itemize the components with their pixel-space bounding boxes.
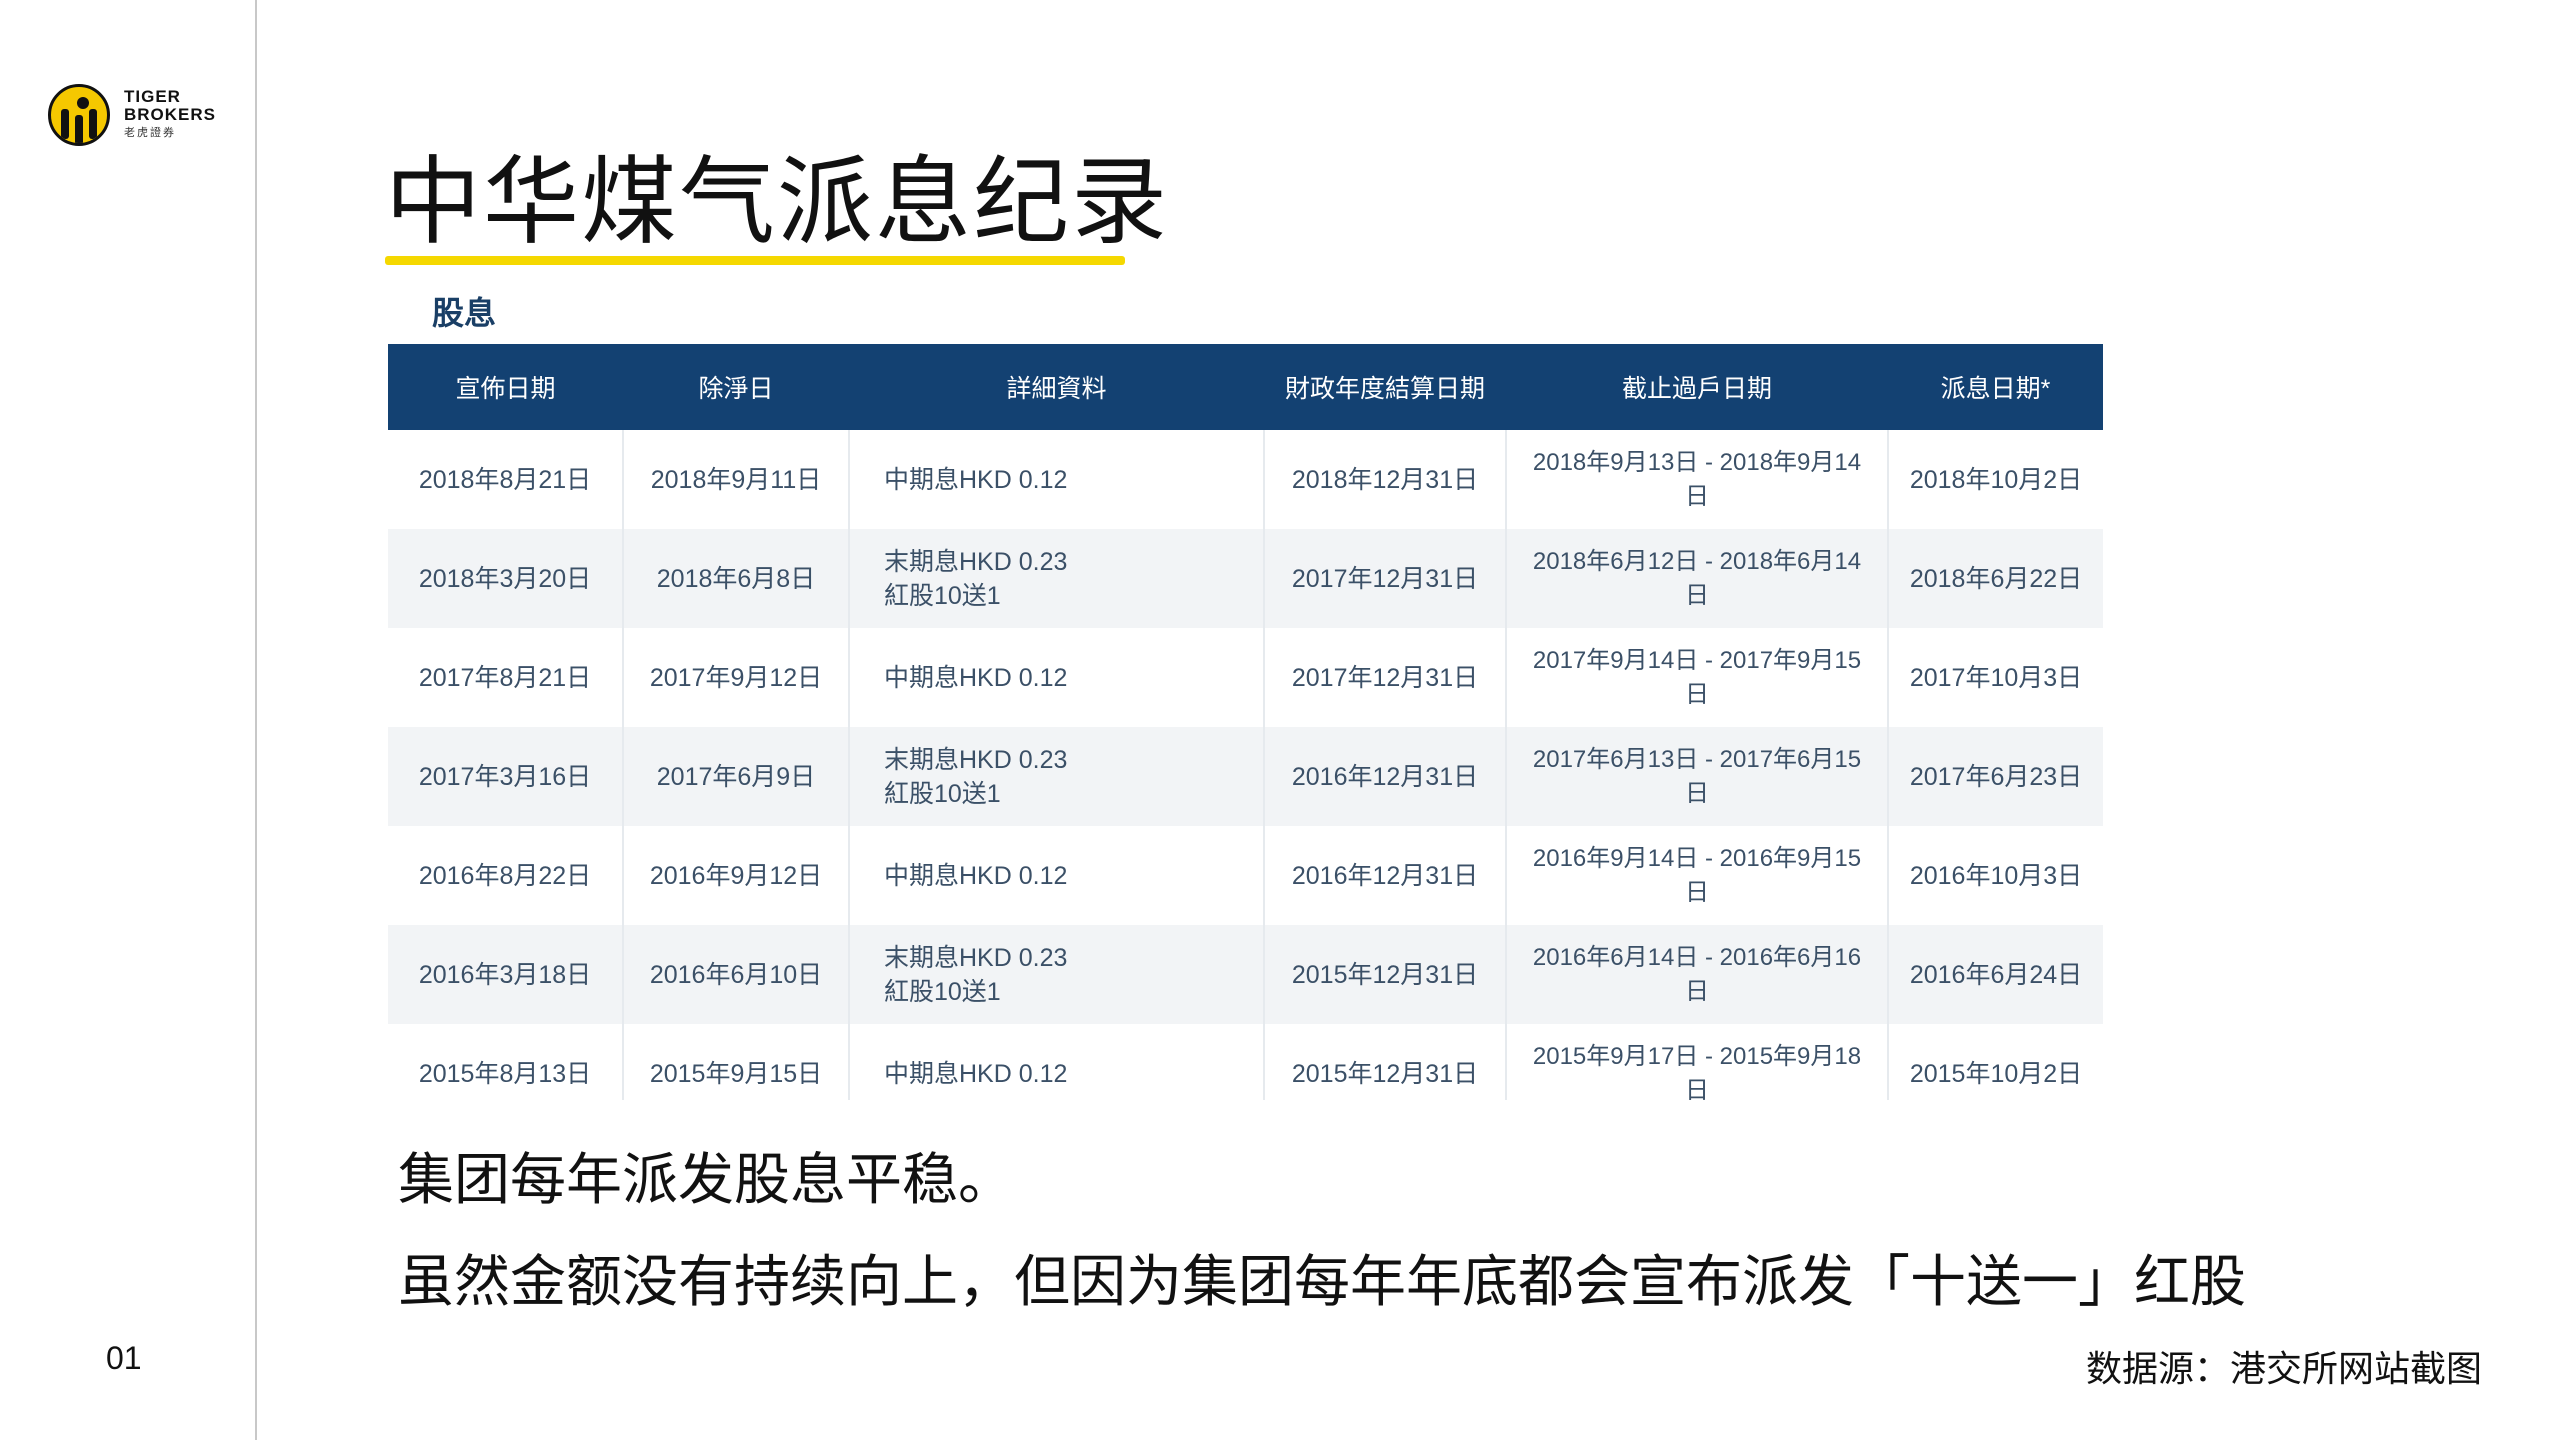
cell-period: 2018年6月12日 - 2018年6月14 日 bbox=[1506, 529, 1889, 628]
cell-announce: 2016年3月18日 bbox=[388, 925, 624, 1024]
cell-announce: 2015年8月13日 bbox=[388, 1024, 624, 1100]
period-line-2: 日 bbox=[1685, 482, 1709, 510]
header-details: 詳細資料 bbox=[849, 344, 1264, 430]
detail-line-1: 末期息HKD 0.23 bbox=[884, 943, 1068, 972]
section-label: 股息 bbox=[432, 295, 497, 331]
summary-line-2: 虽然金额没有持续向上，但因为集团每年年底都会宣布派发「十送一」红股 bbox=[398, 1250, 2246, 1313]
cell-detail: 中期息HKD 0.12 bbox=[849, 628, 1265, 727]
table-row: 2015年8月13日 2015年9月15日 中期息HKD 0.12 2015年1… bbox=[388, 1024, 2103, 1100]
period-line-1: 2016年6月14日 - 2016年6月16 bbox=[1532, 943, 1862, 971]
cell-exdate: 2017年9月12日 bbox=[623, 628, 850, 727]
cell-announce: 2017年8月21日 bbox=[388, 628, 624, 727]
dividend-table-container: 宣佈日期 除淨日 詳細資料 財政年度結算日期 截止過戶日期 派息日期* 2018… bbox=[388, 344, 2103, 1100]
detail-line-1: 末期息HKD 0.23 bbox=[884, 547, 1068, 576]
cell-paydate: 2017年6月23日 bbox=[1888, 727, 2103, 826]
detail-line-1: 末期息HKD 0.23 bbox=[884, 745, 1068, 774]
cell-fiscal: 2017年12月31日 bbox=[1264, 628, 1507, 727]
cell-exdate: 2016年9月12日 bbox=[623, 826, 850, 925]
period-line-1: 2016年9月14日 - 2016年9月15 bbox=[1532, 844, 1862, 872]
period-line-1: 2017年6月13日 - 2017年6月15 bbox=[1532, 745, 1862, 773]
cell-fiscal: 2015年12月31日 bbox=[1264, 925, 1507, 1024]
cell-exdate: 2017年6月9日 bbox=[623, 727, 850, 826]
period-line-1: 2018年9月13日 - 2018年9月14 bbox=[1532, 448, 1862, 476]
period-line-1: 2015年9月17日 - 2015年9月18 bbox=[1532, 1042, 1862, 1070]
cell-paydate: 2015年10月2日 bbox=[1888, 1024, 2103, 1100]
page-title: 中华煤气派息纪录 bbox=[385, 149, 1169, 256]
cell-fiscal: 2015年12月31日 bbox=[1264, 1024, 1507, 1100]
summary-line-1: 集团每年派发股息平稳。 bbox=[398, 1148, 1014, 1211]
dividend-table: 宣佈日期 除淨日 詳細資料 財政年度結算日期 截止過戶日期 派息日期* 2018… bbox=[388, 344, 2103, 1100]
cell-paydate: 2016年6月24日 bbox=[1888, 925, 2103, 1024]
period-line-2: 日 bbox=[1685, 878, 1709, 906]
cell-paydate: 2016年10月3日 bbox=[1888, 826, 2103, 925]
cell-period: 2015年9月17日 - 2015年9月18 日 bbox=[1506, 1024, 1889, 1101]
cell-announce: 2018年8月21日 bbox=[388, 430, 624, 529]
logo-line-1: TIGER bbox=[124, 87, 181, 106]
cell-fiscal: 2016年12月31日 bbox=[1264, 727, 1507, 826]
table-row: 2017年3月16日 2017年6月9日 末期息HKD 0.23 紅股10送1 2… bbox=[388, 727, 2103, 826]
detail-line-1: 中期息HKD 0.12 bbox=[884, 465, 1068, 494]
detail-line-2: 紅股10送1 bbox=[884, 779, 1001, 808]
title-underline bbox=[385, 256, 1125, 265]
cell-detail: 末期息HKD 0.23 紅股10送1 bbox=[849, 925, 1265, 1024]
period-line-2: 日 bbox=[1685, 680, 1709, 708]
cell-period: 2016年6月14日 - 2016年6月16 日 bbox=[1506, 925, 1889, 1024]
period-line-2: 日 bbox=[1685, 581, 1709, 609]
logo-text: TIGER BROKERS 老虎證券 bbox=[124, 88, 216, 142]
cell-period: 2017年6月13日 - 2017年6月15 日 bbox=[1506, 727, 1889, 826]
header-ex-date: 除淨日 bbox=[623, 344, 849, 430]
cell-period: 2017年9月14日 - 2017年9月15 日 bbox=[1506, 628, 1889, 727]
period-line-1: 2018年6月12日 - 2018年6月14 bbox=[1532, 547, 1862, 575]
cell-exdate: 2016年6月10日 bbox=[623, 925, 850, 1024]
period-line-2: 日 bbox=[1685, 779, 1709, 807]
table-row: 2017年8月21日 2017年9月12日 中期息HKD 0.12 2017年1… bbox=[388, 628, 2103, 727]
tiger-logo-icon bbox=[48, 84, 110, 146]
detail-line-1: 中期息HKD 0.12 bbox=[884, 861, 1068, 890]
left-divider bbox=[255, 0, 257, 1440]
period-line-2: 日 bbox=[1685, 1076, 1709, 1101]
cell-fiscal: 2016年12月31日 bbox=[1264, 826, 1507, 925]
page-number: 01 bbox=[106, 1340, 142, 1376]
table-row: 2016年3月18日 2016年6月10日 末期息HKD 0.23 紅股10送1 … bbox=[388, 925, 2103, 1024]
cell-paydate: 2018年10月2日 bbox=[1888, 430, 2103, 529]
header-fiscal-year-end: 財政年度結算日期 bbox=[1264, 344, 1506, 430]
cell-announce: 2018年3月20日 bbox=[388, 529, 624, 628]
table-row: 2016年8月22日 2016年9月12日 中期息HKD 0.12 2016年1… bbox=[388, 826, 2103, 925]
logo-line-3: 老虎證券 bbox=[124, 127, 176, 139]
detail-line-1: 中期息HKD 0.12 bbox=[884, 663, 1068, 692]
cell-detail: 中期息HKD 0.12 bbox=[849, 826, 1265, 925]
detail-line-2: 紅股10送1 bbox=[884, 977, 1001, 1006]
detail-line-2: 紅股10送1 bbox=[884, 581, 1001, 610]
cell-announce: 2016年8月22日 bbox=[388, 826, 624, 925]
cell-period: 2016年9月14日 - 2016年9月15 日 bbox=[1506, 826, 1889, 925]
cell-detail: 中期息HKD 0.12 bbox=[849, 430, 1265, 529]
cell-detail: 末期息HKD 0.23 紅股10送1 bbox=[849, 529, 1265, 628]
cell-exdate: 2018年9月11日 bbox=[623, 430, 850, 529]
period-line-2: 日 bbox=[1685, 977, 1709, 1005]
cell-fiscal: 2017年12月31日 bbox=[1264, 529, 1507, 628]
table-row: 2018年8月21日 2018年9月11日 中期息HKD 0.12 2018年1… bbox=[388, 430, 2103, 529]
data-source: 数据源：港交所网站截图 bbox=[2085, 1348, 2482, 1389]
cell-exdate: 2015年9月15日 bbox=[623, 1024, 850, 1100]
cell-fiscal: 2018年12月31日 bbox=[1264, 430, 1507, 529]
cell-paydate: 2017年10月3日 bbox=[1888, 628, 2103, 727]
cell-detail: 中期息HKD 0.12 bbox=[849, 1024, 1265, 1100]
cell-period: 2018年9月13日 - 2018年9月14 日 bbox=[1506, 430, 1889, 529]
logo-line-2: BROKERS bbox=[124, 105, 217, 124]
detail-line-1: 中期息HKD 0.12 bbox=[884, 1059, 1068, 1088]
table-header-row: 宣佈日期 除淨日 詳細資料 財政年度結算日期 截止過戶日期 派息日期* bbox=[388, 344, 2103, 430]
period-line-1: 2017年9月14日 - 2017年9月15 bbox=[1532, 646, 1862, 674]
cell-announce: 2017年3月16日 bbox=[388, 727, 624, 826]
cell-detail: 末期息HKD 0.23 紅股10送1 bbox=[849, 727, 1265, 826]
header-pay-date: 派息日期* bbox=[1888, 344, 2103, 430]
cell-paydate: 2018年6月22日 bbox=[1888, 529, 2103, 628]
table-row: 2018年3月20日 2018年6月8日 末期息HKD 0.23 紅股10送1 2… bbox=[388, 529, 2103, 628]
header-announce-date: 宣佈日期 bbox=[388, 344, 623, 430]
header-book-close: 截止過戶日期 bbox=[1506, 344, 1888, 430]
tiger-brokers-logo: TIGER BROKERS 老虎證券 bbox=[48, 84, 216, 146]
cell-exdate: 2018年6月8日 bbox=[623, 529, 850, 628]
